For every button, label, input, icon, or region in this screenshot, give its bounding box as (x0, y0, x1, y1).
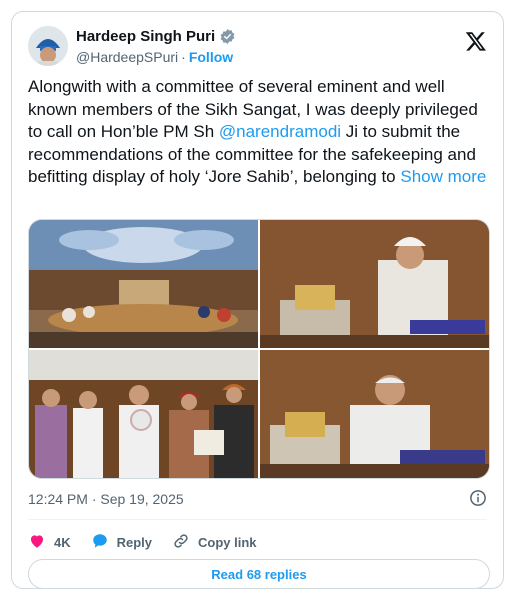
author-names: Hardeep Singh Puri @HardeepSPuri · Follow (76, 27, 236, 66)
media-photo-4[interactable] (260, 350, 489, 478)
reply-button[interactable]: Reply (91, 532, 152, 553)
separator-dot: · (181, 49, 186, 65)
tweet-card: Hardeep Singh Puri @HardeepSPuri · Follow … (11, 11, 504, 589)
media-photo-2[interactable] (260, 220, 489, 348)
like-button[interactable]: 4K (28, 532, 71, 553)
action-bar: 4K Reply Copy link (28, 519, 487, 556)
info-icon[interactable] (469, 489, 487, 507)
reply-label: Reply (116, 534, 153, 550)
copy-link-label: Copy link (198, 534, 257, 550)
read-replies-button[interactable]: Read 68 replies (28, 559, 490, 589)
media-photo-3[interactable] (29, 350, 258, 478)
show-more-link[interactable]: Show more (400, 167, 486, 186)
link-icon (172, 532, 190, 553)
heart-icon (28, 532, 46, 553)
tweet-timestamp[interactable]: 12:24 PM · Sep 19, 2025 (28, 489, 184, 509)
verified-badge-icon (219, 28, 236, 45)
author-name-row: Hardeep Singh Puri (76, 27, 236, 46)
author-name[interactable]: Hardeep Singh Puri (76, 27, 215, 46)
tweet-text: Alongwith with a committee of several em… (28, 76, 490, 189)
reply-bubble-icon (91, 532, 109, 553)
media-photo-1[interactable] (29, 220, 258, 348)
follow-button[interactable]: Follow (189, 49, 233, 65)
like-count: 4K (54, 534, 71, 550)
avatar[interactable] (28, 26, 68, 66)
copy-link-button[interactable]: Copy link (172, 532, 257, 553)
mention-link[interactable]: @narendramodi (219, 122, 341, 141)
author-handle[interactable]: @HardeepSPuri (76, 49, 178, 65)
tweet-header: Hardeep Singh Puri @HardeepSPuri · Follow (28, 24, 487, 68)
media-grid (28, 219, 490, 479)
handle-row: @HardeepSPuri · Follow (76, 48, 236, 66)
x-logo-icon[interactable] (465, 30, 487, 52)
